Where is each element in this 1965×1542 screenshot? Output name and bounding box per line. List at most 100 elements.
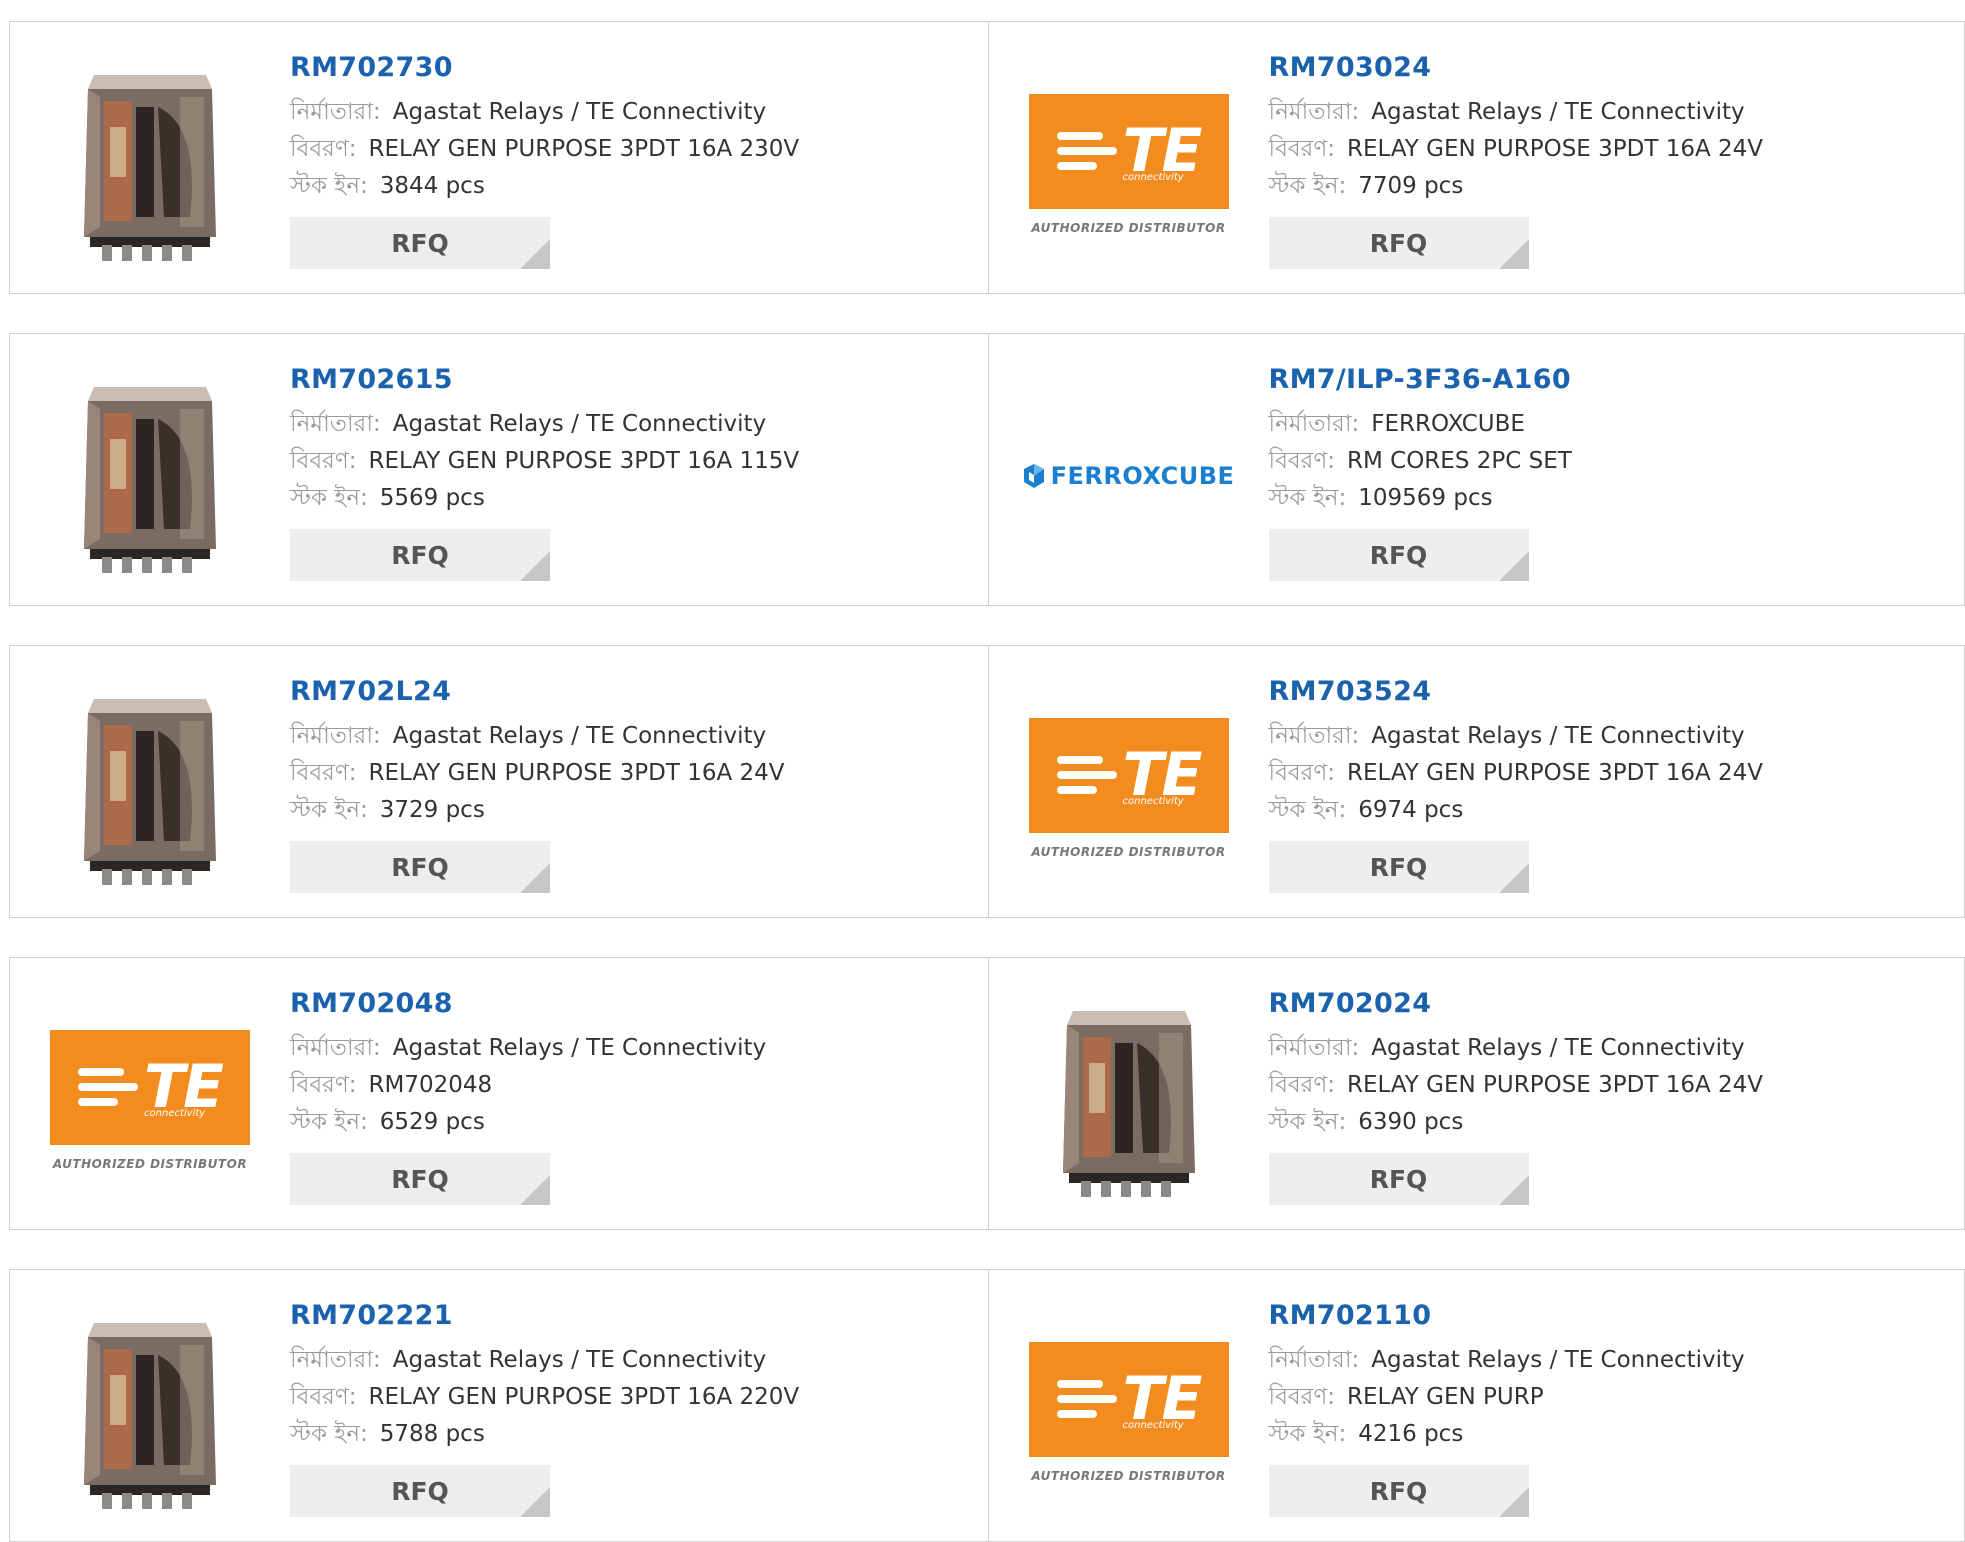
stock-label: স্টক ইন: [1268, 1421, 1347, 1447]
part-number-link[interactable]: RM702024 [1269, 988, 1764, 1019]
description-line: বিবরণ: RELAY GEN PURPOSE 3PDT 16A 24V [1269, 755, 1764, 792]
manufacturer-value: Agastat Relays / TE Connectivity [392, 1035, 767, 1061]
part-number-link[interactable]: RM702L24 [290, 676, 785, 707]
part-number-link[interactable]: RM703024 [1269, 52, 1764, 83]
description-line: বিবরণ: RM702048 [290, 1067, 766, 1104]
description-line: বিবরণ: RELAY GEN PURPOSE 3PDT 16A 24V [290, 755, 785, 792]
rfq-button[interactable]: RFQ [1268, 529, 1529, 581]
rfq-button[interactable]: RFQ [1268, 841, 1529, 893]
manufacturer-line: নির্মাতারা: Agastat Relays / TE Connectiv… [290, 406, 799, 443]
manufacturer-value: Agastat Relays / TE Connectivity [1371, 723, 1745, 749]
te-connectivity-logo: TE connectivity AUTHORIZED DISTRIBUTOR [1028, 93, 1229, 235]
description-line: বিবরণ: RM CORES 2PC SET [1269, 443, 1572, 480]
te-tagline: connectivity [1122, 1419, 1184, 1431]
part-number-link[interactable]: RM7/ILP-3F36-A160 [1269, 364, 1572, 395]
rfq-corner-icon [520, 1175, 550, 1205]
rfq-corner-icon [520, 863, 550, 893]
relay-product-icon [84, 698, 216, 885]
ferroxcube-cube-icon [1023, 464, 1044, 488]
manufacturer-value: Agastat Relays / TE Connectivity [1371, 1347, 1745, 1373]
rfq-button[interactable]: RFQ [290, 841, 550, 893]
manufacturer-line: নির্মাতারা: Agastat Relays / TE Connectiv… [290, 718, 785, 755]
stock-label: স্টক ইন: [290, 485, 368, 511]
part-number-link[interactable]: RM702048 [290, 988, 766, 1019]
part-number-link[interactable]: RM702221 [290, 1300, 799, 1331]
product-image[interactable] [1029, 1000, 1229, 1200]
te-tagline: connectivity [144, 1107, 206, 1119]
stock-line: স্টক ইন: 3844 pcs [290, 168, 799, 205]
part-number-link[interactable]: RM702615 [290, 364, 799, 395]
rfq-corner-icon [1498, 1175, 1529, 1205]
stock-label: স্টক ইন: [290, 173, 368, 199]
rfq-corner-icon [1498, 863, 1529, 893]
stock-value: 109569 pcs [1358, 485, 1493, 511]
manufacturer-line: নির্মাতারা: Agastat Relays / TE Connectiv… [290, 1342, 799, 1379]
manufacturer-value: Agastat Relays / TE Connectivity [392, 99, 767, 125]
product-image[interactable]: TE connectivity AUTHORIZED DISTRIBUTOR [1028, 1312, 1229, 1512]
product-image[interactable]: TE connectivity AUTHORIZED DISTRIBUTOR [1028, 64, 1229, 264]
rfq-button[interactable]: RFQ [290, 217, 550, 269]
manufacturer-label: নির্মাতারা: [1268, 723, 1360, 749]
relay-product-icon [84, 1322, 216, 1509]
description-label: বিবরণ: [1268, 136, 1336, 162]
rfq-button[interactable]: RFQ [1268, 217, 1529, 269]
description-label: বিবরণ: [1268, 1384, 1336, 1410]
te-connectivity-logo: TE connectivity AUTHORIZED DISTRIBUTOR [1028, 717, 1229, 859]
rfq-corner-icon [520, 239, 550, 269]
manufacturer-label: নির্মাতারা: [290, 1347, 381, 1373]
description-value: RELAY GEN PURPOSE 3PDT 16A 24V [368, 760, 785, 786]
product-info: RM702024 নির্মাতারা: Agastat Relays / TE … [1268, 988, 1764, 1205]
manufacturer-value: FERROXCUBE [1371, 411, 1525, 437]
rfq-label: RFQ [1369, 1164, 1428, 1194]
product-row: RM702L24 নির্মাতারা: Agastat Relays / TE … [9, 645, 1965, 918]
rfq-button[interactable]: RFQ [290, 1153, 550, 1205]
product-info: RM703024 নির্মাতারা: Agastat Relays / TE … [1268, 52, 1764, 269]
rfq-button[interactable]: RFQ [1268, 1465, 1529, 1517]
product-image[interactable]: FERROXCUBE [1023, 376, 1234, 576]
manufacturer-line: নির্মাতারা: Agastat Relays / TE Connectiv… [1269, 94, 1764, 131]
product-row: RM702615 নির্মাতারা: Agastat Relays / TE … [9, 333, 1965, 606]
rfq-button[interactable]: RFQ [290, 1465, 550, 1517]
product-image[interactable] [50, 64, 250, 264]
authorized-distributor-badge: AUTHORIZED DISTRIBUTOR [1031, 844, 1226, 859]
stock-label: স্টক ইন: [290, 1109, 368, 1135]
manufacturer-label: নির্মাতারা: [290, 1035, 381, 1061]
description-value: RELAY GEN PURPOSE 3PDT 16A 24V [1347, 1072, 1764, 1098]
product-row: RM702730 নির্মাতারা: Agastat Relays / TE … [9, 21, 1965, 294]
stock-line: স্টক ইন: 3729 pcs [290, 792, 785, 829]
product-image[interactable] [50, 1312, 250, 1512]
part-number-link[interactable]: RM703524 [1269, 676, 1764, 707]
rfq-label: RFQ [391, 1476, 449, 1506]
te-tagline: connectivity [1122, 795, 1184, 807]
product-card: TE connectivity AUTHORIZED DISTRIBUTOR R… [987, 646, 1965, 917]
product-card: RM702615 নির্মাতারা: Agastat Relays / TE … [10, 334, 988, 605]
te-bars-icon [1056, 132, 1117, 170]
description-label: বিবরণ: [290, 136, 357, 162]
product-card: TE connectivity AUTHORIZED DISTRIBUTOR R… [10, 958, 988, 1229]
rfq-label: RFQ [391, 852, 449, 882]
product-image[interactable] [50, 376, 250, 576]
te-bars-icon [1056, 756, 1117, 794]
part-number-link[interactable]: RM702730 [290, 52, 799, 83]
product-image[interactable]: TE connectivity AUTHORIZED DISTRIBUTOR [50, 1000, 250, 1200]
stock-line: স্টক ইন: 6974 pcs [1269, 792, 1764, 829]
rfq-button[interactable]: RFQ [290, 529, 550, 581]
product-image[interactable] [50, 688, 250, 888]
manufacturer-label: নির্মাতারা: [1268, 99, 1360, 125]
part-number-link[interactable]: RM702110 [1269, 1300, 1745, 1331]
stock-value: 6529 pcs [379, 1109, 485, 1135]
stock-label: স্টক ইন: [290, 797, 368, 823]
product-image[interactable]: TE connectivity AUTHORIZED DISTRIBUTOR [1028, 688, 1229, 888]
stock-line: স্টক ইন: 109569 pcs [1269, 480, 1572, 517]
description-label: বিবরণ: [1268, 760, 1336, 786]
stock-line: স্টক ইন: 7709 pcs [1269, 168, 1764, 205]
authorized-distributor-badge: AUTHORIZED DISTRIBUTOR [1031, 220, 1226, 235]
manufacturer-line: নির্মাতারা: Agastat Relays / TE Connectiv… [1269, 718, 1764, 755]
te-bars-icon [78, 1068, 139, 1106]
authorized-distributor-badge: AUTHORIZED DISTRIBUTOR [52, 1156, 248, 1171]
rfq-corner-icon [1498, 239, 1529, 269]
product-card: FERROXCUBE RM7/ILP-3F36-A160 নির্মাতারা:… [987, 334, 1965, 605]
manufacturer-line: নির্মাতারা: Agastat Relays / TE Connectiv… [1269, 1030, 1764, 1067]
rfq-button[interactable]: RFQ [1268, 1153, 1529, 1205]
description-line: বিবরণ: RELAY GEN PURPOSE 3PDT 16A 220V [290, 1379, 799, 1416]
